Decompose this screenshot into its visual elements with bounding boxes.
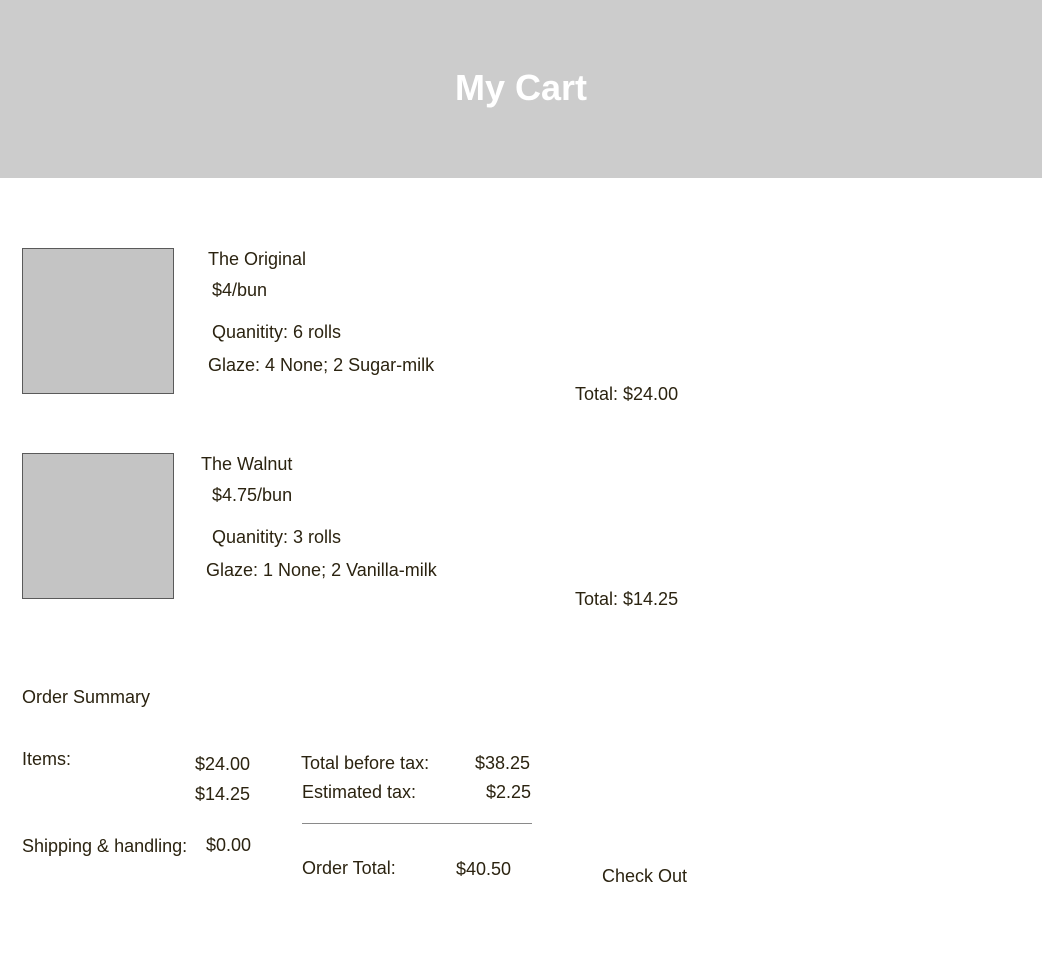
summary-heading: Order Summary [22,687,151,707]
estimated-tax-label: Estimated tax: [302,782,417,802]
product-quantity: Quanitity: 3 rolls [212,527,342,547]
item-amount: $24.00 [195,754,251,774]
checkout-button[interactable]: Check Out [602,865,687,887]
product-glaze: Glaze: 1 None; 2 Vanilla-milk [206,560,437,580]
product-name: The Original [208,249,307,269]
header-banner: My Cart [0,0,1042,178]
order-total-label: Order Total: [302,858,396,878]
shipping-amount: $0.00 [206,835,252,855]
item-amount: $14.25 [195,784,251,804]
shipping-label: Shipping & handling: [22,836,188,856]
product-price: $4/bun [212,280,268,300]
total-before-tax-label: Total before tax: [301,753,430,773]
page-title: My Cart [454,67,588,108]
product-image[interactable] [22,453,174,599]
product-quantity: Quanitity: 6 rolls [212,322,342,342]
estimated-tax-value: $2.25 [486,782,532,802]
total-before-tax-value: $38.25 [475,753,531,773]
product-price: $4.75/bun [212,485,293,505]
items-label: Items: [22,749,72,769]
item-total: Total: $24.00 [575,384,679,404]
product-glaze: Glaze: 4 None; 2 Sugar-milk [208,355,435,375]
order-total-value: $40.50 [456,859,512,879]
item-total: Total: $14.25 [575,589,679,609]
product-image[interactable] [22,248,174,394]
summary-divider [302,823,532,824]
product-name: The Walnut [201,454,293,474]
